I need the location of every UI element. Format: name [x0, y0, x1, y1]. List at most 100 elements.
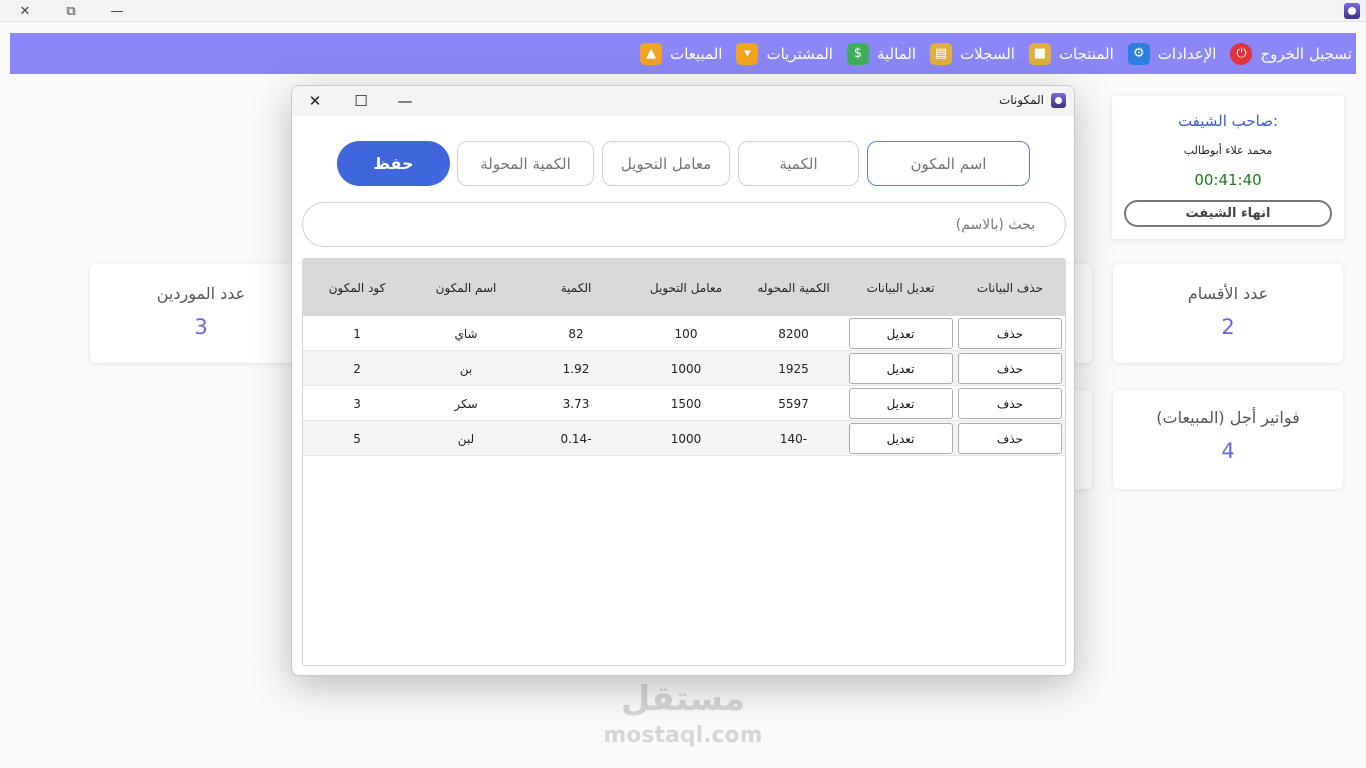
cell-code: 1	[353, 326, 361, 341]
nav-item-label: الإعدادات	[1157, 44, 1217, 63]
edit-cell: تعديل	[846, 316, 955, 351]
nav-item-products[interactable]: ■ المنتجات	[1028, 42, 1114, 65]
table-row[interactable]: 5 لبن -0.14 1000 -140 تعديل حذف	[303, 421, 1065, 456]
delete-button[interactable]: حذف	[958, 318, 1062, 349]
cell-quantity: 3.73	[562, 396, 590, 411]
cell-code: 3	[353, 396, 361, 411]
delete-cell: حذف	[955, 421, 1065, 456]
edit-cell: تعديل	[846, 351, 955, 386]
delete-cell: حذف	[955, 316, 1065, 351]
cell-converted: 1925	[778, 361, 809, 376]
delete-button[interactable]: حذف	[958, 423, 1062, 454]
shopping-cart-icon: ▾	[736, 42, 759, 65]
save-button[interactable]: حفظ	[337, 141, 450, 186]
edit-button[interactable]: تعديل	[848, 423, 953, 454]
card-title: فواتير أجل (المبيعات)	[1156, 408, 1300, 427]
chart-growth-icon: ▲	[640, 42, 663, 65]
column-header: تعديل البيانات	[866, 280, 935, 295]
logout-icon: ⏻	[1230, 42, 1253, 65]
money-icon: $	[846, 42, 869, 65]
credit-invoices-card: فواتير أجل (المبيعات) 4	[1113, 390, 1343, 489]
column-header: كود المكون	[328, 280, 386, 295]
close-icon[interactable]: ✕	[14, 2, 36, 20]
nav-item-label: المشتريات	[766, 44, 833, 63]
table-row[interactable]: 2 بن 1.92 1000 1925 تعديل حذف	[303, 351, 1065, 386]
nav-item-finance[interactable]: $ المالية	[846, 42, 917, 65]
dialog-title: المكونات	[998, 93, 1044, 107]
cell-converted: 8200	[778, 326, 809, 341]
watermark-latin: mostaql.com	[603, 723, 763, 748]
nav-items: ▲ المبيعات ▾ المشتريات $ المالية ▤ السجل…	[640, 33, 1352, 74]
cell-quantity: -0.14	[560, 431, 592, 446]
watermark-arabic: مستقل	[620, 679, 746, 719]
window-titlebar: ✕ ⧉ —	[0, 0, 1366, 22]
edit-cell: تعديل	[846, 421, 955, 456]
watermark: مستقل mostaql.com	[600, 675, 766, 749]
table-header: كود المكون اسم المكون الكمية معامل التحو…	[303, 259, 1065, 316]
table-row[interactable]: 1 شاي 82 100 8200 تعديل حذف	[303, 316, 1065, 351]
delete-button[interactable]: حذف	[958, 353, 1062, 384]
minimize-icon[interactable]: —	[392, 90, 418, 112]
nav-item-label: المبيعات	[670, 44, 723, 63]
maximize-icon[interactable]: ☐	[348, 90, 374, 112]
nav-item-label: المنتجات	[1058, 44, 1114, 63]
nav-item-sales[interactable]: ▲ المبيعات	[640, 42, 723, 65]
minimize-icon[interactable]: —	[106, 2, 128, 20]
delete-cell: حذف	[955, 386, 1065, 421]
quantity-input[interactable]	[738, 141, 859, 186]
gear-icon: ⚙	[1127, 42, 1150, 65]
delete-cell: حذف	[955, 351, 1065, 386]
search-input[interactable]	[302, 202, 1066, 247]
nav-item-purchases[interactable]: ▾ المشتريات	[736, 42, 833, 65]
nav-item-label: المالية	[876, 44, 917, 63]
shift-card: صاحب الشيفت: محمد علاء أبوطالب 00:41:40 …	[1112, 96, 1344, 239]
column-header: معامل التحويل	[649, 280, 723, 295]
edit-button[interactable]: تعديل	[848, 388, 953, 419]
nav-item-records[interactable]: ▤ السجلات	[930, 42, 1015, 65]
components-table: كود المكون اسم المكون الكمية معامل التحو…	[302, 258, 1066, 666]
cell-factor: 1500	[670, 396, 702, 411]
suppliers-card: عدد الموردين 3	[90, 264, 312, 363]
edit-button[interactable]: تعديل	[848, 318, 953, 349]
cell-code: 5	[353, 431, 361, 446]
app-logo-icon	[1344, 3, 1360, 19]
main-navbar: ▲ المبيعات ▾ المشتريات $ المالية ▤ السجل…	[10, 33, 1356, 74]
card-value: 2	[1221, 315, 1235, 339]
close-icon[interactable]: ✕	[302, 90, 328, 112]
converted-quantity-input[interactable]	[457, 141, 594, 186]
restore-icon[interactable]: ⧉	[60, 2, 82, 20]
nav-item-logout[interactable]: ⏻ تسجيل الخروج	[1230, 42, 1352, 65]
column-header: حذف البيانات	[976, 280, 1044, 295]
column-header: الكمية المحوله	[757, 280, 830, 295]
table-row[interactable]: 3 سكر 3.73 1500 5597 تعديل حذف	[303, 386, 1065, 421]
cell-converted: -140	[779, 431, 808, 446]
cell-quantity: 1.92	[562, 361, 590, 376]
cell-factor: 1000	[670, 361, 702, 376]
card-value: 4	[1221, 439, 1235, 463]
nav-item-label: تسجيل الخروج	[1260, 44, 1352, 63]
delete-button[interactable]: حذف	[958, 388, 1062, 419]
edit-button[interactable]: تعديل	[848, 353, 953, 384]
edit-cell: تعديل	[846, 386, 955, 421]
cell-name: شاي	[454, 326, 478, 341]
nav-item-settings[interactable]: ⚙ الإعدادات	[1127, 42, 1217, 65]
column-header: الكمية	[560, 280, 592, 295]
shift-owner-name: محمد علاء أبوطالب	[1183, 144, 1273, 157]
card-title: عدد الأقسام	[1187, 284, 1269, 303]
card-title: عدد الموردين	[156, 284, 246, 303]
app-logo-icon	[1051, 93, 1066, 108]
cell-code: 2	[353, 361, 361, 376]
shift-owner-title: صاحب الشيفت:	[1177, 112, 1279, 130]
end-shift-button[interactable]: انهاء الشيفت	[1124, 200, 1332, 227]
cell-factor: 100	[674, 326, 698, 341]
component-name-input[interactable]	[867, 141, 1030, 186]
column-header: اسم المكون	[435, 280, 497, 295]
conversion-factor-input[interactable]	[602, 141, 730, 186]
card-value: 3	[194, 315, 208, 339]
cell-name: بن	[459, 361, 473, 376]
cell-converted: 5597	[778, 396, 809, 411]
departments-card: عدد الأقسام 2	[1113, 264, 1343, 363]
cell-factor: 1000	[670, 431, 702, 446]
products-icon: ■	[1028, 42, 1051, 65]
archive-box-icon: ▤	[930, 42, 953, 65]
